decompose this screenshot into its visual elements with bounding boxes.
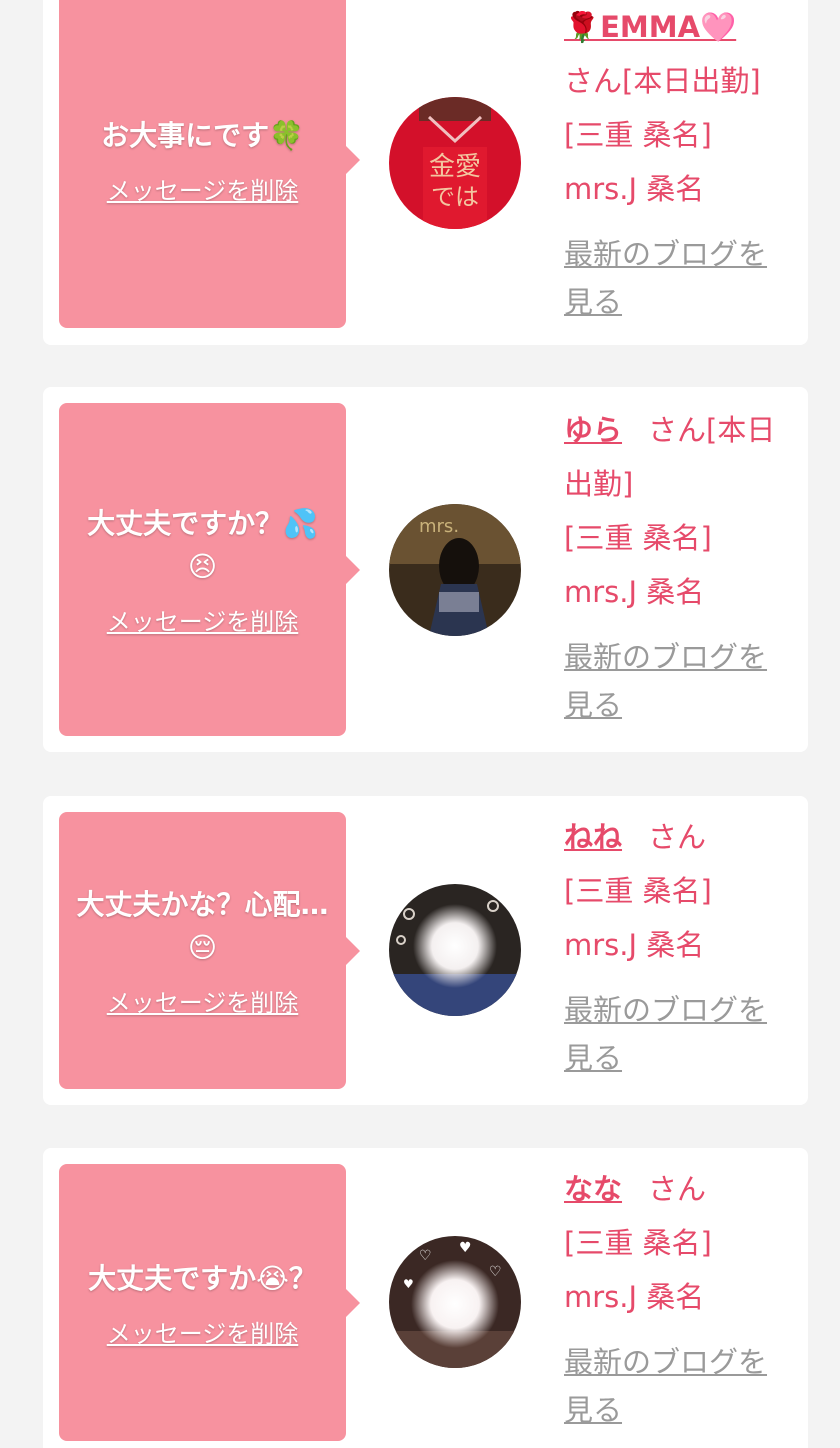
delete-message-link[interactable]: メッセージを削除	[107, 983, 299, 1018]
avatar[interactable]: mrs.	[389, 504, 521, 636]
avatar[interactable]	[389, 884, 521, 1016]
message-card: 大丈夫ですか😭？ メッセージを削除 ♡ ♥ ♡ ♥ なな さん [三重 桑名] …	[43, 1148, 808, 1448]
message-text: 大丈夫ですか？💦😣	[87, 507, 318, 583]
message-bubble: 大丈夫かな？心配…😔 メッセージを削除	[59, 812, 360, 1089]
latest-blog-link[interactable]: 最新のブログを見る	[564, 986, 792, 1082]
message-text: お大事にです🍀	[101, 119, 304, 152]
latest-blog-link[interactable]: 最新のブログを見る	[564, 633, 792, 729]
girl-name-link[interactable]: なな	[564, 1172, 622, 1206]
shop-name: [三重 桑名] mrs.J 桑名	[564, 118, 712, 206]
message-text: 大丈夫かな？心配…😔	[76, 888, 329, 964]
delete-message-link[interactable]: メッセージを削除	[107, 171, 299, 206]
message-card: 大丈夫かな？心配…😔 メッセージを削除 ねね さん [三重 桑名] mrs.J …	[43, 796, 808, 1105]
girl-status: さん	[648, 820, 707, 854]
profile-info: なな さん [三重 桑名] mrs.J 桑名 最新のブログを見る	[564, 1162, 792, 1434]
profile-info: ねね さん [三重 桑名] mrs.J 桑名 最新のブログを見る	[564, 810, 792, 1082]
message-list: お大事にです🍀 メッセージを削除 金愛 では 🌹EMMA🩷 さん[本日出勤] […	[0, 0, 840, 1448]
message-card: お大事にです🍀 メッセージを削除 金愛 では 🌹EMMA🩷 さん[本日出勤] […	[43, 0, 808, 345]
svg-text:♥: ♥	[403, 1277, 414, 1291]
avatar-photo: 金愛 では	[389, 97, 521, 229]
latest-blog-link[interactable]: 最新のブログを見る	[564, 230, 792, 326]
avatar[interactable]: 金愛 では	[389, 97, 521, 229]
svg-text:♡: ♡	[419, 1248, 432, 1264]
shop-name: [三重 桑名] mrs.J 桑名	[564, 521, 712, 609]
girl-status: さん[本日出勤]	[564, 64, 761, 98]
delete-message-link[interactable]: メッセージを削除	[107, 1314, 299, 1349]
message-bubble: 大丈夫ですか？💦😣 メッセージを削除	[59, 403, 360, 736]
girl-name-link[interactable]: ねね	[564, 820, 622, 854]
svg-text:mrs.: mrs.	[419, 516, 459, 537]
profile-info: ゆら さん[本日出勤] [三重 桑名] mrs.J 桑名 最新のブログを見る	[564, 403, 792, 729]
message-card: 大丈夫ですか？💦😣 メッセージを削除 mrs. ゆら さん[本日出勤] [三重 桑…	[43, 387, 808, 752]
svg-text:金愛: 金愛	[429, 152, 481, 182]
shop-name: [三重 桑名] mrs.J 桑名	[564, 1226, 712, 1314]
message-bubble: 大丈夫ですか😭？ メッセージを削除	[59, 1164, 360, 1441]
delete-message-link[interactable]: メッセージを削除	[107, 602, 299, 637]
latest-blog-link[interactable]: 最新のブログを見る	[564, 1338, 792, 1434]
svg-text:♡: ♡	[489, 1264, 502, 1280]
avatar-photo: mrs.	[389, 504, 521, 636]
profile-info: 🌹EMMA🩷 さん[本日出勤] [三重 桑名] mrs.J 桑名 最新のブログを…	[564, 0, 792, 326]
shop-name: [三重 桑名] mrs.J 桑名	[564, 874, 712, 962]
svg-text:♥: ♥	[459, 1240, 472, 1256]
girl-name-link[interactable]: 🌹EMMA🩷	[564, 10, 736, 44]
avatar[interactable]: ♡ ♥ ♡ ♥	[389, 1236, 521, 1368]
svg-text:では: では	[431, 183, 479, 211]
girl-name-link[interactable]: ゆら	[564, 413, 622, 447]
message-text: 大丈夫ですか😭？	[88, 1261, 317, 1295]
message-bubble: お大事にです🍀 メッセージを削除	[59, 0, 360, 328]
avatar-photo	[389, 884, 521, 1016]
girl-status: さん	[648, 1172, 707, 1206]
avatar-photo: ♡ ♥ ♡ ♥	[389, 1236, 521, 1368]
